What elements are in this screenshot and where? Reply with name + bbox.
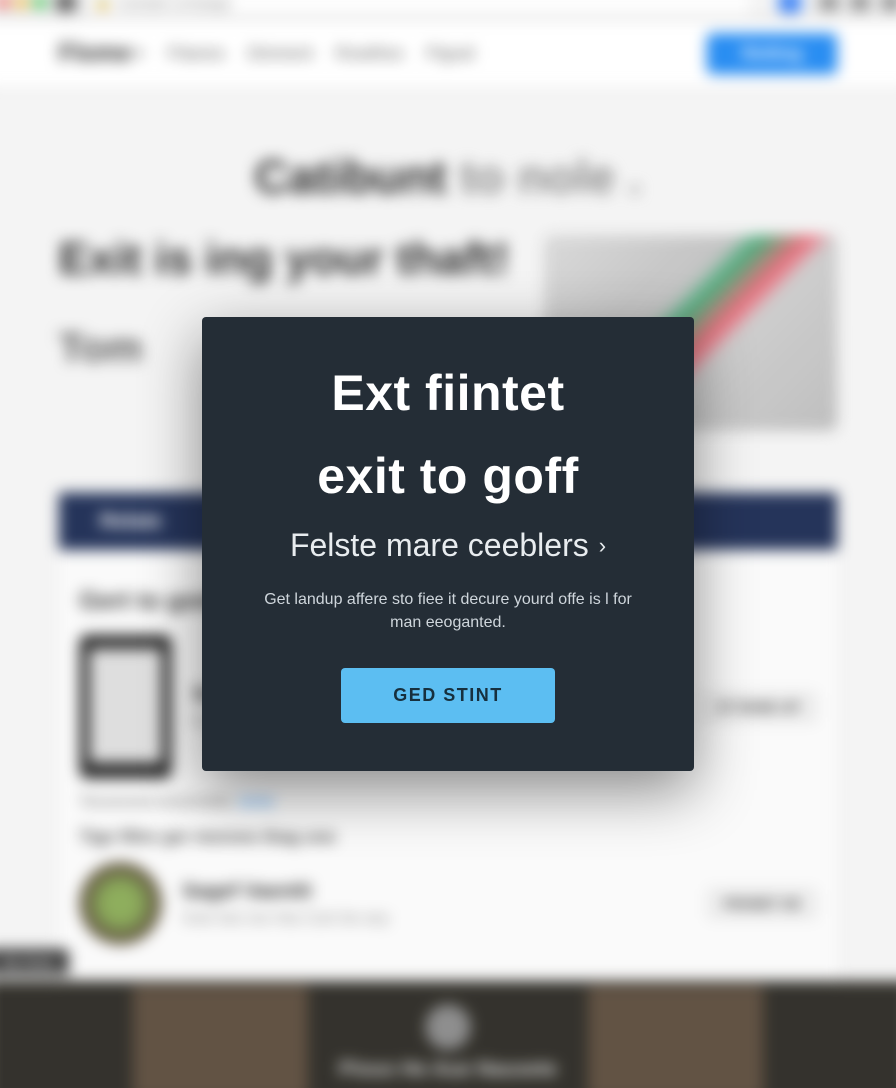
modal-cta-button[interactable]: GED STINT [341,668,555,723]
exit-intent-modal: Ext fiintet exit to goff Felste mare cee… [202,317,694,772]
modal-overlay[interactable]: Ext fiintet exit to goff Felste mare cee… [0,0,896,1088]
modal-link-text: Felste mare ceeblers [290,527,589,564]
modal-title-line1: Ext fiintet [242,367,654,420]
modal-title-line2: exit to goff [242,447,654,505]
modal-subtitle-link[interactable]: Felste mare ceeblers › [290,527,606,564]
chevron-right-icon: › [599,533,606,559]
modal-description: Get landup affere sto fiee it decure you… [242,588,654,634]
